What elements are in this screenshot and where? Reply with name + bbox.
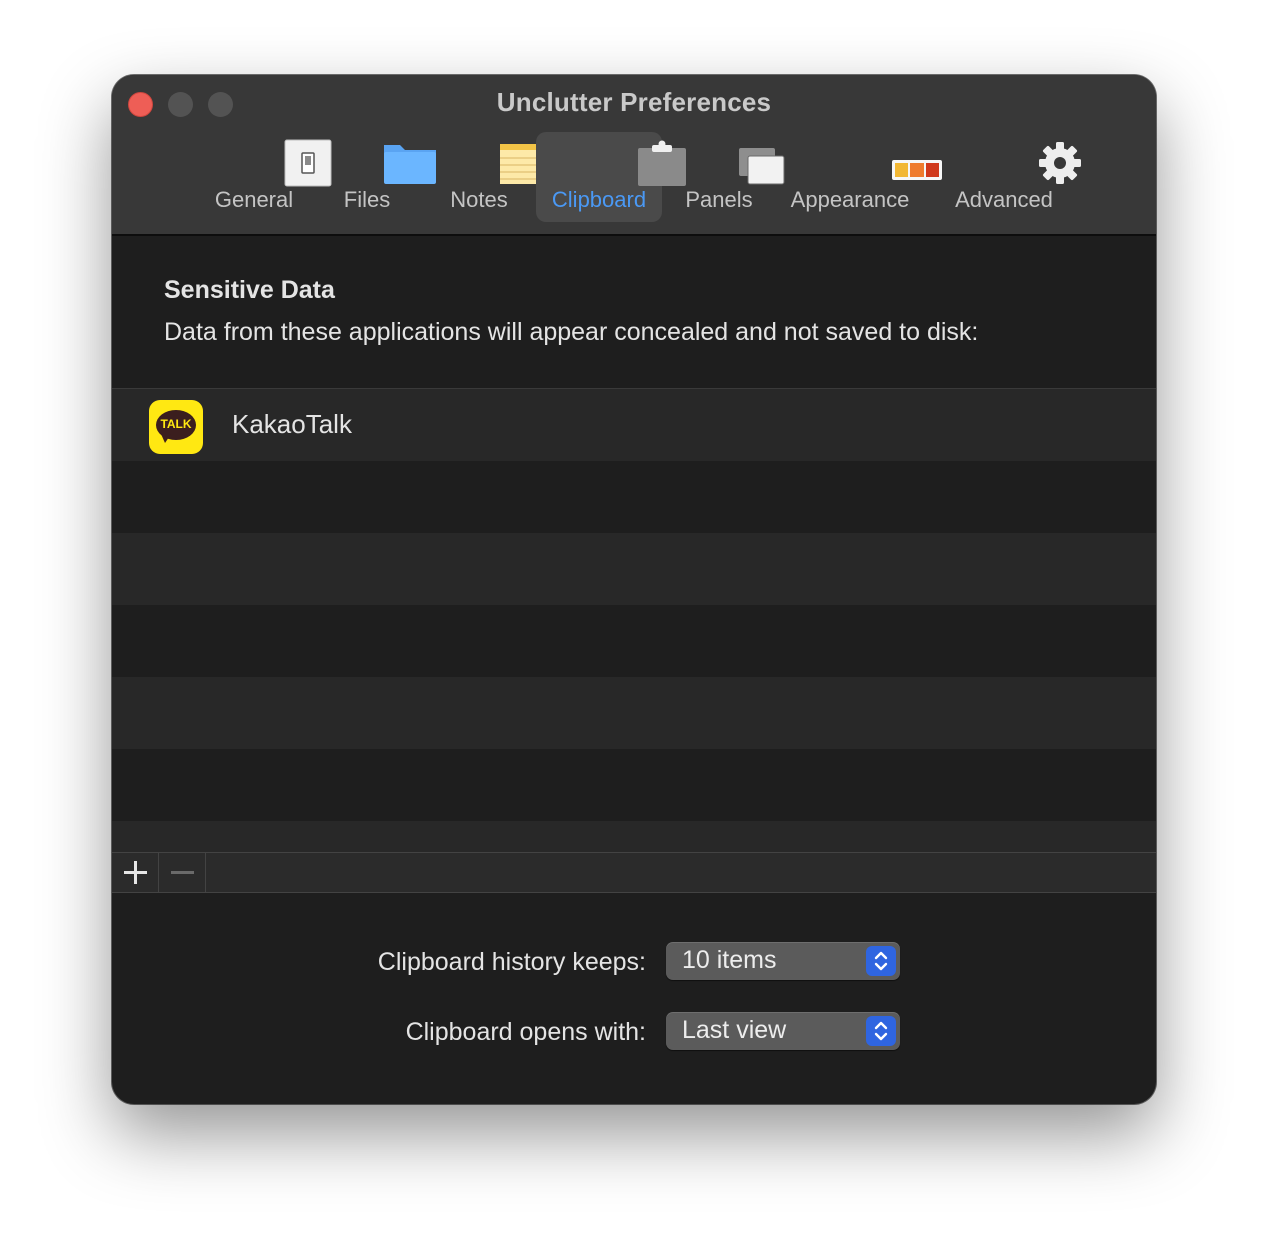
tab-clipboard[interactable]: Clipboard <box>536 132 686 222</box>
remove-button[interactable] <box>159 853 206 892</box>
list-empty-row <box>112 749 1156 821</box>
list-empty-row <box>112 533 1156 605</box>
app-name: KakaoTalk <box>232 409 352 439</box>
list-empty-row <box>112 677 1156 749</box>
chevron-updown-icon <box>866 946 896 976</box>
tab-notes[interactable]: Notes <box>434 132 548 222</box>
minus-icon <box>171 871 194 874</box>
list-item[interactable]: TALK KakaoTalk <box>112 389 1156 461</box>
preferences-window: Unclutter Preferences General Files Note… <box>112 75 1156 1104</box>
list-empty-row <box>112 605 1156 677</box>
tab-label: Panels <box>685 187 753 212</box>
tab-general[interactable]: General <box>200 132 332 222</box>
history-select[interactable]: 10 items <box>666 942 900 980</box>
section-title: Sensitive Data <box>164 276 335 304</box>
section-description: Data from these applications will appear… <box>164 318 979 346</box>
tab-label: Files <box>343 187 391 212</box>
palette-icon <box>784 138 942 184</box>
history-label: Clipboard history keeps: <box>377 948 646 976</box>
opens-value: Last view <box>682 1016 787 1044</box>
panels-icon <box>676 138 785 185</box>
kakaotalk-icon: TALK <box>149 400 203 454</box>
clipboard-icon <box>536 138 686 186</box>
chevron-updown-icon <box>866 1016 896 1046</box>
tab-label: Advanced <box>955 187 1053 212</box>
add-button[interactable] <box>112 853 159 892</box>
plus-icon <box>124 861 147 884</box>
history-value: 10 items <box>682 946 777 974</box>
tab-advanced[interactable]: Advanced <box>948 132 1081 222</box>
switch-icon <box>200 138 332 187</box>
notepad-icon <box>434 138 548 184</box>
tab-label: Appearance <box>790 187 910 212</box>
opens-label: Clipboard opens with: <box>405 1018 646 1046</box>
tab-label: Clipboard <box>551 187 647 212</box>
tab-files[interactable]: Files <box>324 132 436 222</box>
sensitive-apps-list[interactable]: TALK KakaoTalk <box>112 388 1156 853</box>
opens-select[interactable]: Last view <box>666 1012 900 1050</box>
list-control-bar <box>112 852 1156 893</box>
list-empty-row <box>112 821 1156 853</box>
tab-label: Notes <box>450 187 508 212</box>
folder-icon <box>324 138 436 184</box>
titlebar-toolbar: Unclutter Preferences General Files Note… <box>112 75 1156 236</box>
tab-appearance[interactable]: Appearance <box>784 132 942 222</box>
gear-icon <box>948 138 1081 184</box>
window-title: Unclutter Preferences <box>496 87 772 117</box>
tab-panels[interactable]: Panels <box>676 132 785 222</box>
list-empty-row <box>112 461 1156 533</box>
tab-label: General <box>214 187 294 212</box>
